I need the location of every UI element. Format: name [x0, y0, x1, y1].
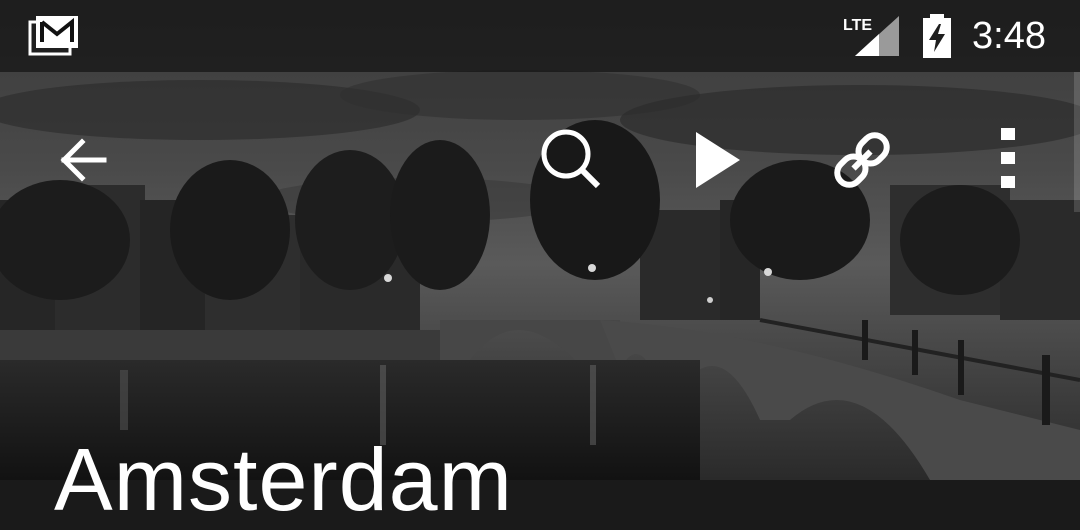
back-arrow-icon: [60, 138, 107, 182]
play-icon: [696, 132, 740, 188]
search-button[interactable]: [524, 112, 620, 208]
overflow-menu-icon: [1001, 128, 1015, 188]
search-icon: [541, 129, 601, 189]
play-button[interactable]: [670, 112, 766, 208]
battery-charging-icon: [921, 14, 953, 58]
status-bar: LTE 3:48: [0, 0, 1080, 72]
scroll-edge: [1074, 72, 1080, 212]
network-label: LTE: [843, 17, 872, 34]
overflow-menu-button[interactable]: [960, 112, 1056, 208]
link-button[interactable]: [814, 112, 910, 208]
gmail-icon: [28, 14, 80, 58]
back-button[interactable]: [36, 112, 132, 208]
link-icon: [834, 132, 890, 188]
status-time: 3:48: [972, 15, 1046, 57]
page-title: Amsterdam: [54, 430, 513, 529]
cell-signal-icon: LTE: [843, 14, 899, 58]
toolbar: [0, 72, 1080, 248]
